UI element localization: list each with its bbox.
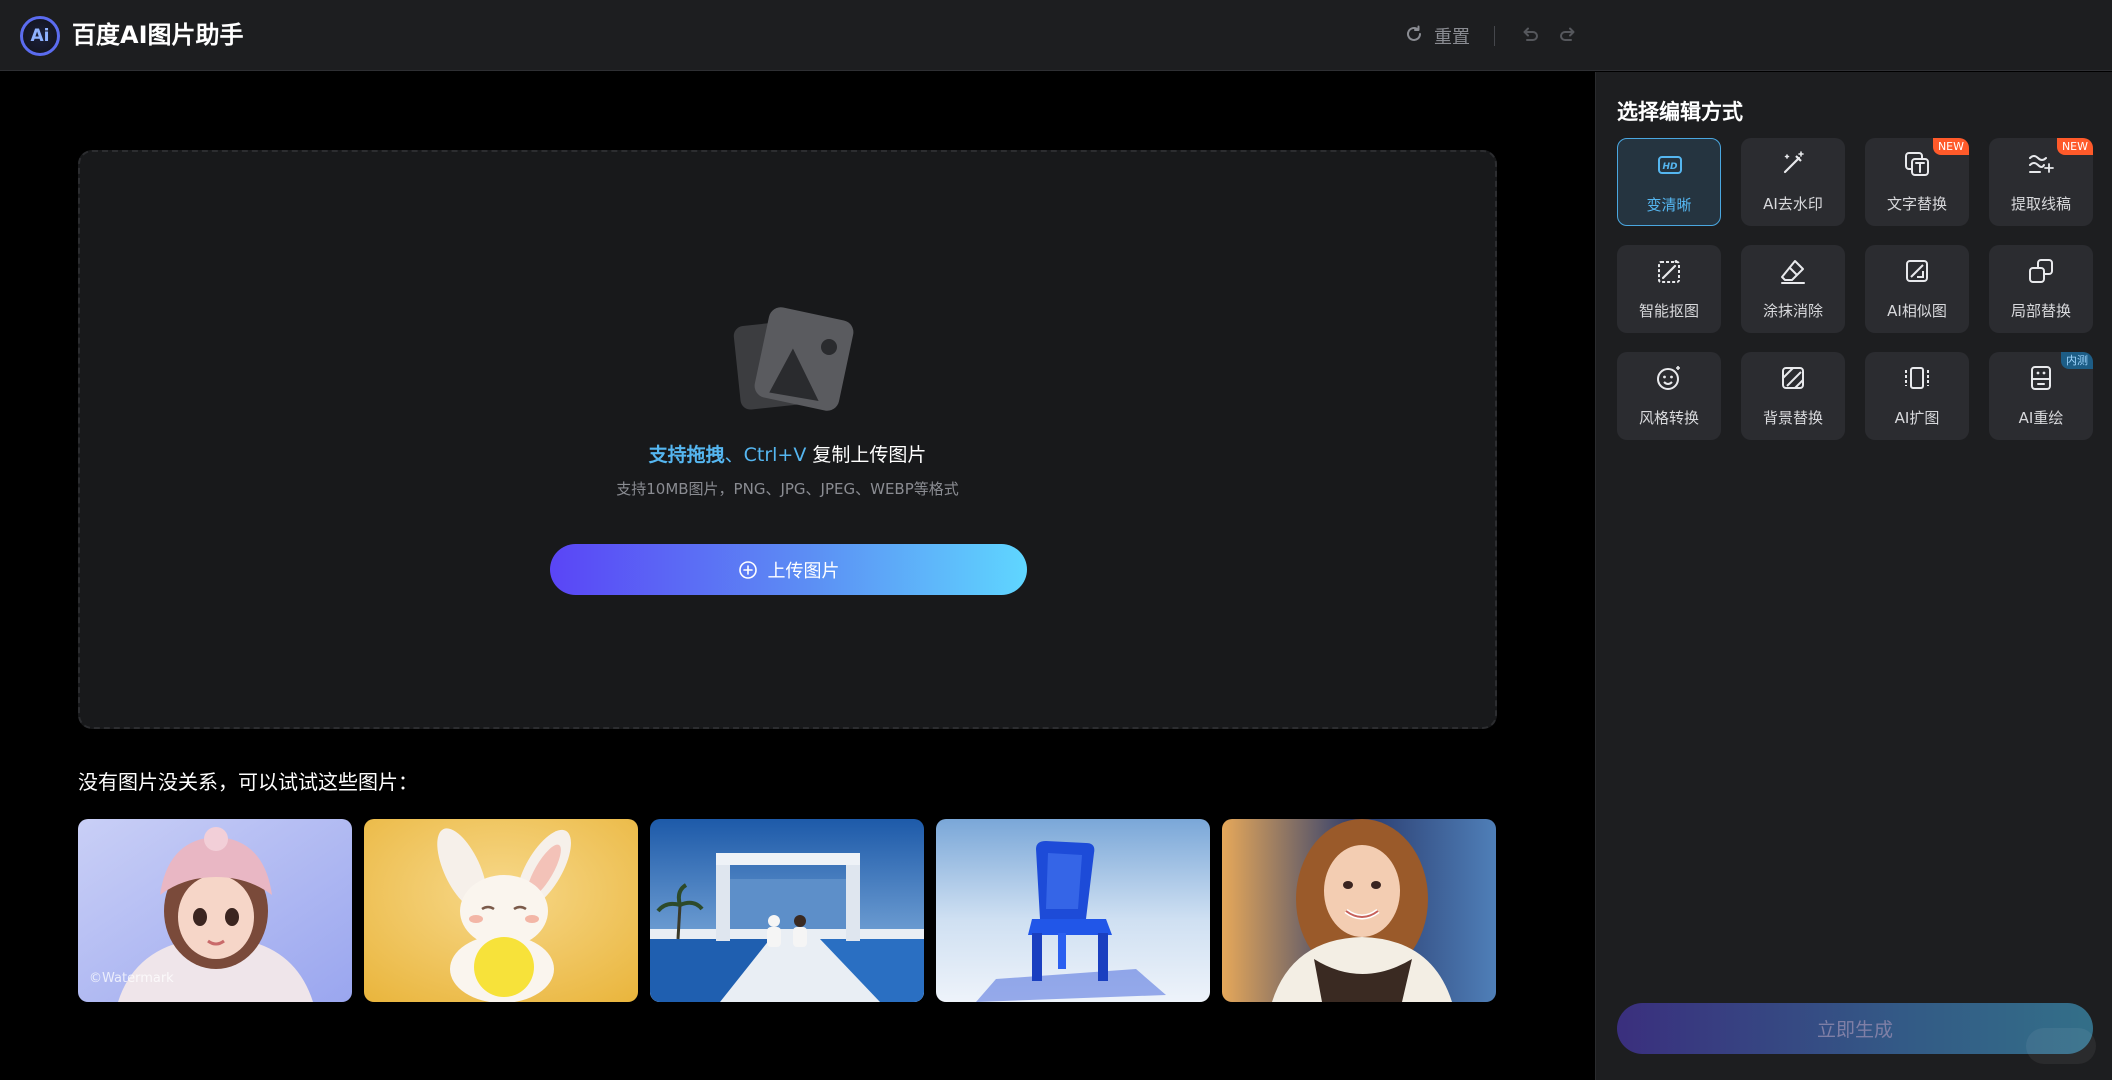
- background-icon: [1779, 364, 1807, 392]
- tool-label: 变清晰: [1646, 196, 1692, 214]
- svg-text:HD: HD: [1662, 162, 1678, 172]
- tool-label: 文字替换: [1886, 195, 1947, 213]
- upload-button-label: 上传图片: [767, 560, 840, 582]
- hd-icon: HD: [1656, 151, 1684, 179]
- hint-sep: 、: [724, 444, 744, 466]
- tool-label: 提取线稿: [2010, 195, 2071, 213]
- new-badge: NEW: [1932, 138, 1969, 155]
- reset-icon: [1404, 24, 1424, 49]
- upload-image-button[interactable]: 上传图片: [550, 544, 1027, 595]
- samples-title: 没有图片没关系，可以试试这些图片：: [78, 770, 418, 794]
- beta-badge: 内测: [2061, 352, 2093, 369]
- style-face-icon: [1655, 364, 1683, 392]
- tool-label: AI扩图: [1894, 409, 1940, 427]
- tool-line-art[interactable]: 提取线稿 NEW: [1989, 138, 2093, 226]
- header-divider: [1494, 26, 1495, 46]
- logo: Ai: [20, 16, 60, 56]
- sample-watermark: ©Watermark: [89, 971, 174, 986]
- hint-rest: 复制上传图片: [806, 444, 927, 466]
- eraser-icon: [1779, 257, 1807, 285]
- new-badge: NEW: [2056, 138, 2093, 155]
- top-bar: Ai 百度AI图片助手 重置: [0, 0, 2112, 71]
- partial-replace-icon: [2027, 257, 2055, 285]
- tool-label: AI去水印: [1763, 195, 1823, 213]
- redo-icon: [1560, 27, 1575, 41]
- plus-circle-icon: [738, 560, 757, 579]
- reset-button[interactable]: 重置: [1404, 22, 1470, 50]
- hint-ctrlv: Ctrl+V: [743, 444, 807, 466]
- hint-drag: 支持拖拽: [648, 444, 725, 466]
- generate-button[interactable]: 立即生成: [1617, 1003, 2093, 1054]
- redraw-icon: [2027, 364, 2055, 392]
- undo-icon: [1523, 27, 1538, 41]
- tool-style-transfer[interactable]: 风格转换: [1617, 352, 1721, 440]
- image-placeholder-icon: [733, 307, 857, 415]
- tool-remove-watermark[interactable]: AI去水印: [1741, 138, 1845, 226]
- upload-hint: 支持拖拽、Ctrl+V 复制上传图片: [80, 440, 1495, 467]
- reset-label: 重置: [1434, 27, 1470, 48]
- tool-label: 局部替换: [2010, 302, 2071, 320]
- magic-wand-icon: [1779, 150, 1807, 178]
- tool-label: 涂抹消除: [1762, 302, 1823, 320]
- tool-expand[interactable]: AI扩图: [1865, 352, 1969, 440]
- logo-text: Ai: [30, 26, 50, 46]
- expand-icon: [1903, 364, 1931, 392]
- line-art-icon: [2027, 150, 2055, 178]
- tool-redraw[interactable]: AI重绘 内测: [1989, 352, 2093, 440]
- panel-title: 选择编辑方式: [1617, 100, 1743, 124]
- text-replace-icon: [1903, 150, 1931, 178]
- upload-format-note: 支持10MB图片，PNG、JPG、JPEG、WEBP等格式: [616, 480, 959, 498]
- tool-background-replace[interactable]: 背景替换: [1741, 352, 1845, 440]
- tool-label: 智能抠图: [1638, 302, 1699, 320]
- redo-button[interactable]: [1558, 24, 1580, 46]
- tool-label: 背景替换: [1762, 409, 1823, 427]
- cutout-icon: [1655, 257, 1683, 285]
- app-root: Ai 百度AI图片助手 重置 支持拖拽、Ctrl+V 复制上传图片 支持10MB…: [0, 0, 2112, 1080]
- floating-badge: [2026, 1028, 2096, 1064]
- sample-image-girl[interactable]: ©Watermark: [78, 819, 352, 1002]
- tool-partial-replace[interactable]: 局部替换: [1989, 245, 2093, 333]
- sample-images: ©Watermark: [78, 819, 1497, 1002]
- edit-panel: 选择编辑方式 HD 变清晰 AI去水印 文字替换 NEW 提取线稿 NEW 智能…: [1595, 72, 2112, 1080]
- tool-text-replace[interactable]: 文字替换 NEW: [1865, 138, 1969, 226]
- tool-similar-image[interactable]: AI相似图: [1865, 245, 1969, 333]
- tool-eraser[interactable]: 涂抹消除: [1741, 245, 1845, 333]
- tool-label: AI相似图: [1887, 302, 1947, 320]
- sample-image-poolside[interactable]: [650, 819, 924, 1002]
- similar-image-icon: [1903, 257, 1931, 285]
- undo-button[interactable]: [1518, 24, 1540, 46]
- sample-image-bunny[interactable]: [364, 819, 638, 1002]
- upload-dropzone[interactable]: 支持拖拽、Ctrl+V 复制上传图片 支持10MB图片，PNG、JPG、JPEG…: [78, 150, 1497, 729]
- app-title: 百度AI图片助手: [72, 21, 244, 49]
- tool-label: 风格转换: [1638, 409, 1699, 427]
- sample-image-woman[interactable]: [1222, 819, 1496, 1002]
- sample-image-chair[interactable]: [936, 819, 1210, 1002]
- tool-sharpen[interactable]: HD 变清晰: [1617, 138, 1721, 226]
- tool-cutout[interactable]: 智能抠图: [1617, 245, 1721, 333]
- tool-label: AI重绘: [2018, 409, 2064, 427]
